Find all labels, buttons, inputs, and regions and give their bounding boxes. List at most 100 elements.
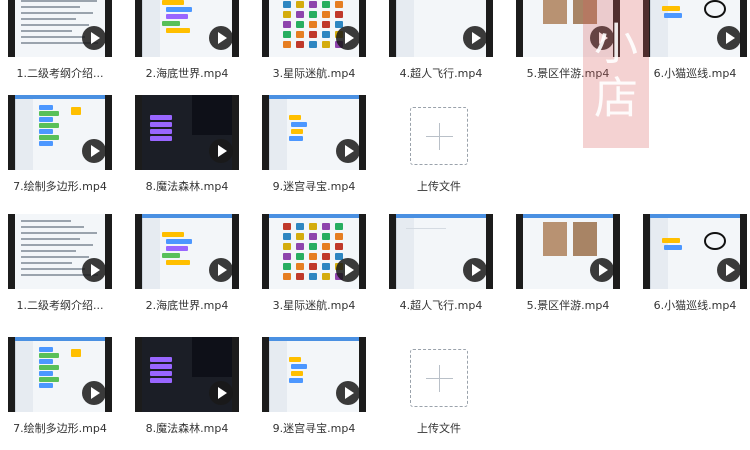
file-name[interactable]: 6.小猫巡线.mp4 (639, 297, 750, 313)
file-name[interactable]: 8.魔法森林.mp4 (131, 178, 243, 194)
play-icon[interactable] (463, 26, 487, 50)
file-tile[interactable]: 6.小猫巡线.mp4 (643, 214, 747, 314)
play-icon[interactable] (336, 381, 360, 405)
code-block (39, 383, 53, 388)
play-icon[interactable] (82, 381, 106, 405)
play-icon[interactable] (717, 26, 741, 50)
file-name[interactable]: 2.海底世界.mp4 (131, 297, 243, 313)
text-line (21, 256, 89, 258)
file-tile[interactable]: 7.绘制多边形.mp4 (8, 95, 112, 195)
video-thumbnail[interactable] (135, 95, 239, 170)
sprite-thumb (283, 21, 291, 28)
video-thumbnail[interactable] (135, 337, 239, 412)
sprite-thumb (335, 243, 343, 250)
upload-label[interactable]: 上传文件 (399, 420, 479, 436)
video-thumbnail[interactable] (135, 0, 239, 57)
file-tile[interactable]: 3.星际迷航.mp4 (262, 214, 366, 314)
play-icon[interactable] (209, 258, 233, 282)
text-line (21, 0, 97, 2)
file-name[interactable]: 9.迷宫寻宝.mp4 (258, 178, 370, 194)
upload-label[interactable]: 上传文件 (399, 178, 479, 194)
file-name[interactable]: 1.二级考纲介绍... (4, 65, 116, 81)
code-block (71, 349, 81, 357)
code-block (39, 359, 53, 364)
upload-button[interactable] (410, 349, 468, 407)
sprite-thumb (296, 21, 304, 28)
play-icon[interactable] (209, 381, 233, 405)
file-name[interactable]: 2.海底世界.mp4 (131, 65, 243, 81)
play-icon[interactable] (82, 258, 106, 282)
sprite-thumb (322, 253, 330, 260)
video-thumbnail[interactable] (643, 214, 747, 289)
video-thumbnail[interactable] (8, 0, 112, 57)
file-tile[interactable]: 4.超人飞行.mp4 (389, 214, 493, 314)
play-icon[interactable] (82, 26, 106, 50)
video-thumbnail[interactable] (262, 0, 366, 57)
sprite-thumb (322, 11, 330, 18)
play-icon[interactable] (336, 26, 360, 50)
code-block (71, 107, 81, 115)
file-name[interactable]: 3.星际迷航.mp4 (258, 65, 370, 81)
file-name[interactable]: 1.二级考纲介绍... (4, 297, 116, 313)
video-thumbnail[interactable] (8, 337, 112, 412)
video-thumbnail[interactable] (262, 95, 366, 170)
play-icon[interactable] (209, 26, 233, 50)
file-tile[interactable]: 6.小猫巡线.mp4 (643, 0, 747, 82)
sprite-thumb (322, 233, 330, 240)
window-titlebar (269, 214, 359, 218)
file-tile[interactable]: 9.迷宫寻宝.mp4 (262, 337, 366, 437)
file-tile[interactable]: 9.迷宫寻宝.mp4 (262, 95, 366, 195)
sprite-thumb (309, 263, 317, 270)
file-tile[interactable]: 3.星际迷航.mp4 (262, 0, 366, 82)
file-tile[interactable]: 4.超人飞行.mp4 (389, 0, 493, 82)
file-name[interactable]: 9.迷宫寻宝.mp4 (258, 420, 370, 436)
play-icon[interactable] (336, 139, 360, 163)
sprite-thumb (296, 31, 304, 38)
stage-preview (192, 337, 232, 377)
file-tile[interactable]: 2.海底世界.mp4 (135, 0, 239, 82)
code-block (39, 377, 59, 382)
play-icon[interactable] (463, 258, 487, 282)
text-line (21, 30, 72, 32)
video-thumbnail[interactable] (8, 214, 112, 289)
text-line (21, 268, 85, 270)
file-tile[interactable]: 8.魔法森林.mp4 (135, 337, 239, 437)
play-icon[interactable] (209, 139, 233, 163)
stage-panel (269, 341, 287, 412)
video-thumbnail[interactable] (643, 0, 747, 57)
video-thumbnail[interactable] (262, 337, 366, 412)
file-tile[interactable]: 7.绘制多边形.mp4 (8, 337, 112, 437)
play-icon[interactable] (82, 139, 106, 163)
upload-button[interactable] (410, 107, 468, 165)
video-thumbnail[interactable] (389, 0, 493, 57)
video-thumbnail[interactable] (389, 214, 493, 289)
file-name[interactable]: 6.小猫巡线.mp4 (639, 65, 750, 81)
code-block (150, 115, 172, 120)
file-tile[interactable]: 1.二级考纲介绍... (8, 0, 112, 82)
track-loop (704, 0, 726, 18)
video-thumbnail[interactable] (135, 214, 239, 289)
file-tile[interactable]: 2.海底世界.mp4 (135, 214, 239, 314)
code-block (166, 7, 192, 12)
play-icon[interactable] (717, 258, 741, 282)
file-tile[interactable]: 5.景区伴游.mp4 (516, 214, 620, 314)
file-name[interactable]: 7.绘制多边形.mp4 (4, 420, 116, 436)
video-thumbnail[interactable] (516, 214, 620, 289)
video-thumbnail[interactable] (262, 214, 366, 289)
sprite-thumb (283, 1, 291, 8)
file-name[interactable]: 4.超人飞行.mp4 (385, 297, 497, 313)
code-block (150, 378, 172, 383)
play-icon[interactable] (336, 258, 360, 282)
file-name[interactable]: 5.景区伴游.mp4 (512, 297, 624, 313)
file-name[interactable]: 4.超人飞行.mp4 (385, 65, 497, 81)
sprite-thumb (322, 263, 330, 270)
play-icon[interactable] (590, 258, 614, 282)
file-name[interactable]: 3.星际迷航.mp4 (258, 297, 370, 313)
file-tile[interactable]: 8.魔法森林.mp4 (135, 95, 239, 195)
text-line (21, 250, 76, 252)
file-name[interactable]: 8.魔法森林.mp4 (131, 420, 243, 436)
code-block (162, 232, 184, 237)
file-name[interactable]: 7.绘制多边形.mp4 (4, 178, 116, 194)
video-thumbnail[interactable] (8, 95, 112, 170)
file-tile[interactable]: 1.二级考纲介绍... (8, 214, 112, 314)
